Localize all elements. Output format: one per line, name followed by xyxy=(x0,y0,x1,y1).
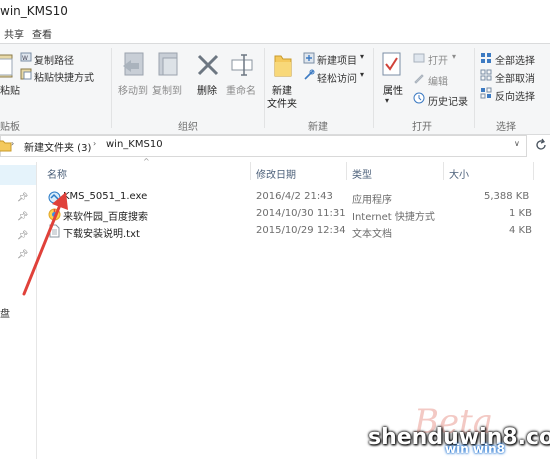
column-header-name[interactable]: 名称 xyxy=(47,166,67,181)
file-name[interactable]: 来软件园_百度搜索 xyxy=(63,208,148,223)
invert-selection-icon xyxy=(480,87,492,99)
tab-share[interactable]: 共享 xyxy=(4,26,24,41)
file-type: Internet 快捷方式 xyxy=(352,212,435,223)
nav-item-drive[interactable]: 盘 xyxy=(0,305,10,320)
column-divider[interactable] xyxy=(533,162,534,180)
tab-view[interactable]: 查看 xyxy=(32,26,52,41)
move-to-button[interactable]: 移动到 xyxy=(118,82,148,97)
delete-icon xyxy=(196,52,220,78)
edit-icon xyxy=(413,72,425,84)
history-icon xyxy=(413,92,425,104)
clipboard-group-label: 贴板 xyxy=(0,122,20,133)
open-group-label: 打开 xyxy=(412,122,432,133)
select-all-icon xyxy=(480,52,492,64)
open-dropdown-icon[interactable]: ▾ xyxy=(452,52,456,61)
file-modified: 2015/10/29 12:34 xyxy=(256,225,346,236)
properties-button[interactable]: 属性 xyxy=(383,82,403,97)
breadcrumb-chevron-icon[interactable]: › xyxy=(11,139,14,148)
delete-button[interactable]: 删除 xyxy=(197,82,217,97)
new-item-icon xyxy=(303,52,315,64)
ribbon-separator xyxy=(264,48,265,128)
move-to-icon xyxy=(121,50,147,80)
watermark-subtext: win win8 xyxy=(445,442,506,456)
file-size: 5,388 KB xyxy=(484,191,530,202)
file-name[interactable]: 下载安装说明.txt xyxy=(63,225,140,240)
file-name[interactable]: KMS_5051_1.exe xyxy=(63,191,147,202)
new-item-button[interactable]: 新建项目 xyxy=(317,52,357,67)
column-divider[interactable] xyxy=(346,162,347,180)
properties-dropdown-icon[interactable]: ▾ xyxy=(385,96,389,105)
table-row[interactable]: 下载安装说明.txt 2015/10/29 12:34 文本文档 4 KB xyxy=(46,223,536,241)
file-modified: 2016/4/2 21:43 xyxy=(256,191,333,202)
breadcrumb-chevron-icon[interactable]: › xyxy=(93,139,96,148)
ribbon-separator xyxy=(474,48,475,128)
nav-item-selected[interactable] xyxy=(0,165,36,185)
easy-access-button[interactable]: 轻松访问 xyxy=(317,70,357,85)
address-dropdown-icon[interactable]: ∨ xyxy=(514,139,520,148)
column-header-type[interactable]: 类型 xyxy=(352,166,372,181)
ribbon-tab-row: 共享 查看 xyxy=(0,22,550,43)
paste-shortcut-button[interactable]: 粘贴快捷方式 xyxy=(34,69,94,84)
column-divider[interactable] xyxy=(443,162,444,180)
file-modified: 2014/10/30 11:31 xyxy=(256,208,346,219)
window-title: win_KMS10 xyxy=(0,4,68,18)
new-folder-label-line2[interactable]: 文件夹 xyxy=(267,95,297,110)
ribbon-separator xyxy=(373,48,374,128)
new-group-label: 新建 xyxy=(308,122,328,133)
copy-to-icon xyxy=(155,50,181,80)
column-header-size[interactable]: 大小 xyxy=(449,166,469,181)
copy-to-button[interactable]: 复制到 xyxy=(152,82,182,97)
select-none-icon xyxy=(480,69,492,81)
invert-selection-button[interactable]: 反向选择 xyxy=(495,88,535,103)
file-type: 应用程序 xyxy=(352,195,392,206)
new-item-dropdown-icon[interactable]: ▾ xyxy=(360,52,364,61)
history-button[interactable]: 历史记录 xyxy=(428,93,468,108)
edit-button[interactable]: 编辑 xyxy=(428,73,448,88)
select-none-button[interactable]: 全部取消 xyxy=(495,70,535,85)
breadcrumb-item-parent[interactable]: 新建文件夹 (3) xyxy=(24,139,91,154)
paste-shortcut-icon xyxy=(20,68,32,80)
file-size: 1 KB xyxy=(509,208,532,219)
column-divider[interactable] xyxy=(250,162,251,180)
rename-button[interactable]: 重命名 xyxy=(226,82,256,97)
paste-icon[interactable] xyxy=(0,52,16,78)
sort-indicator-icon: ^ xyxy=(143,157,150,166)
table-row[interactable]: 来软件园_百度搜索 2014/10/30 11:31 Internet 快捷方式… xyxy=(46,206,536,224)
organize-group-label: 组织 xyxy=(178,122,198,133)
red-arrow-annotation xyxy=(22,192,68,296)
file-size: 4 KB xyxy=(509,225,532,236)
easy-access-dropdown-icon[interactable]: ▾ xyxy=(360,70,364,79)
select-group-label: 选择 xyxy=(496,122,516,133)
select-all-button[interactable]: 全部选择 xyxy=(495,52,535,67)
column-header-modified[interactable]: 修改日期 xyxy=(256,166,296,181)
rename-icon xyxy=(230,52,256,78)
refresh-icon[interactable] xyxy=(534,138,548,152)
open-button[interactable]: 打开 xyxy=(428,52,448,67)
table-row[interactable]: KMS_5051_1.exe 2016/4/2 21:43 应用程序 5,388… xyxy=(46,189,536,207)
open-icon xyxy=(413,52,425,64)
breadcrumb-item-current[interactable]: win_KMS10 xyxy=(106,139,163,150)
svg-text:W: W xyxy=(22,55,28,62)
properties-icon xyxy=(381,50,403,80)
copy-path-icon: W xyxy=(20,51,32,63)
copy-path-button[interactable]: 复制路径 xyxy=(34,52,74,67)
new-folder-icon xyxy=(273,50,293,80)
paste-button-label[interactable]: 粘贴 xyxy=(0,82,20,97)
title-bar: win_KMS10 xyxy=(0,0,550,22)
easy-access-icon xyxy=(303,69,315,81)
ribbon-separator xyxy=(111,48,112,128)
file-type: 文本文档 xyxy=(352,229,392,240)
